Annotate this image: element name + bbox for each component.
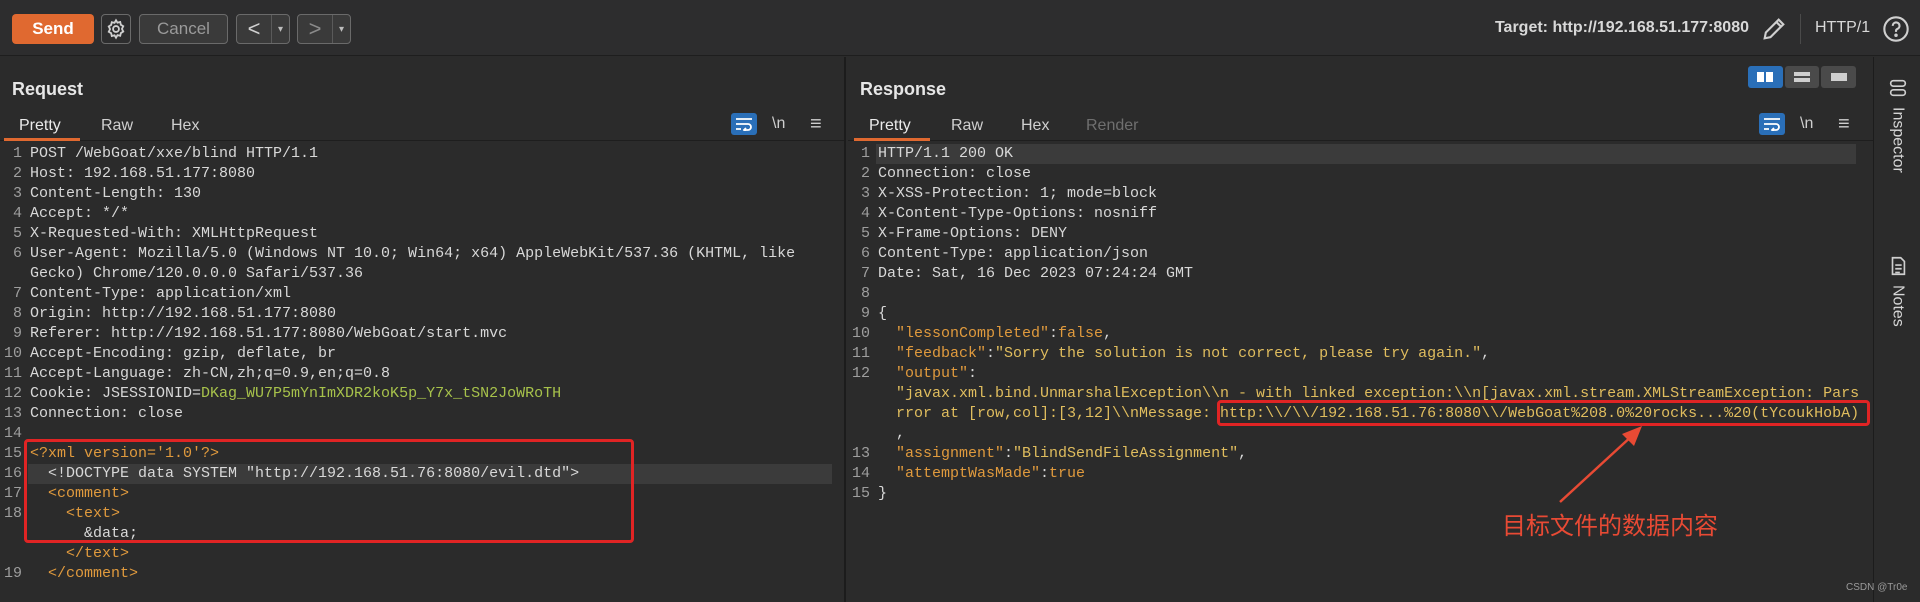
single-pane-icon <box>1830 73 1847 81</box>
rows-icon <box>1794 72 1810 82</box>
notes-icon <box>1891 256 1905 276</box>
response-tabs: Pretty Raw Hex Render \n ≡ <box>848 111 1873 141</box>
wrap-icon <box>1764 118 1780 131</box>
current-line-highlight <box>876 144 1856 164</box>
tab-hex[interactable]: Hex <box>171 117 199 135</box>
back-history-dropdown[interactable]: ▾ <box>271 15 289 43</box>
help-icon[interactable] <box>1882 15 1910 43</box>
target-label: Target: http://192.168.51.177:8080 <box>1494 19 1749 36</box>
toolbar: Send Cancel < ▾ > ▾ Target: http://192.1… <box>0 0 1920 56</box>
response-editor[interactable]: 1 HTTP/1.1 200 OK 2 Connection: close 3 X-X… <box>848 144 1873 504</box>
cancel-button[interactable]: Cancel <box>139 14 228 44</box>
exfiltrated-data-highlight-box <box>1217 400 1870 426</box>
tab-raw[interactable]: Raw <box>101 117 133 135</box>
layout-toggle <box>1748 66 1857 88</box>
word-wrap-button[interactable] <box>731 113 757 135</box>
menu-button[interactable]: ≡ <box>1838 113 1850 135</box>
right-sidebar: Inspector Notes <box>1875 57 1920 602</box>
edit-icon[interactable] <box>1760 15 1788 43</box>
request-title: Request <box>12 79 84 99</box>
annotation-label: 目标文件的数据内容 <box>1502 512 1718 540</box>
word-wrap-button[interactable] <box>1759 113 1785 135</box>
toolbar-divider <box>1800 14 1801 44</box>
http-version-toggle[interactable]: HTTP/1 <box>1815 19 1870 37</box>
cookie-value: DKag_WU7P5mYnImXDR2koK5p_Y7x_tSN2JoWRoTH <box>201 385 562 402</box>
tab-render[interactable]: Render <box>1086 117 1138 135</box>
inspector-icon <box>1889 79 1906 97</box>
cookie-name: Cookie: JSESSIONID= <box>30 385 202 402</box>
xml-payload-highlight-box <box>24 439 634 543</box>
tab-raw[interactable]: Raw <box>951 117 983 135</box>
annotation-arrow <box>1559 426 1642 503</box>
wrap-icon <box>736 118 752 131</box>
newline-toggle[interactable]: \n <box>772 113 785 135</box>
response-title: Response <box>860 79 947 99</box>
forward-history-dropdown[interactable]: ▾ <box>332 15 350 43</box>
columns-icon <box>1757 72 1774 82</box>
sidebar-item-notes[interactable]: Notes <box>1875 255 1920 327</box>
menu-button[interactable]: ≡ <box>810 113 822 135</box>
layout-side-by-side-button[interactable] <box>1748 66 1783 88</box>
back-arrow-button[interactable]: < <box>237 16 271 42</box>
back-button-group: < ▾ <box>236 14 290 44</box>
forward-button-group: > ▾ <box>297 14 351 44</box>
tab-pretty[interactable]: Pretty <box>19 117 61 135</box>
newline-toggle[interactable]: \n <box>1800 113 1813 135</box>
request-tabs: Pretty Raw Hex \n ≡ <box>0 111 844 141</box>
layout-stacked-button[interactable] <box>1784 66 1820 88</box>
tab-pretty[interactable]: Pretty <box>869 117 911 135</box>
request-panel: Request Pretty Raw Hex \n ≡ 1 POST /WebGo… <box>0 57 846 602</box>
tab-hex[interactable]: Hex <box>1021 117 1049 135</box>
settings-button[interactable] <box>101 14 131 44</box>
active-tab-indicator <box>854 138 930 141</box>
inspector-label: Inspector <box>1889 107 1907 173</box>
forward-arrow-button[interactable]: > <box>298 16 332 42</box>
send-button[interactable]: Send <box>12 14 94 44</box>
layout-tabs-button[interactable] <box>1821 66 1857 88</box>
notes-label: Notes <box>1889 285 1907 327</box>
watermark: CSDN @Tr0e <box>1846 582 1908 593</box>
response-panel: Response Pretty Raw Hex Render \n ≡ 1 HTT… <box>848 57 1874 602</box>
gear-icon <box>107 18 125 40</box>
active-tab-indicator <box>4 138 80 141</box>
sidebar-item-inspector[interactable]: Inspector <box>1875 77 1920 173</box>
